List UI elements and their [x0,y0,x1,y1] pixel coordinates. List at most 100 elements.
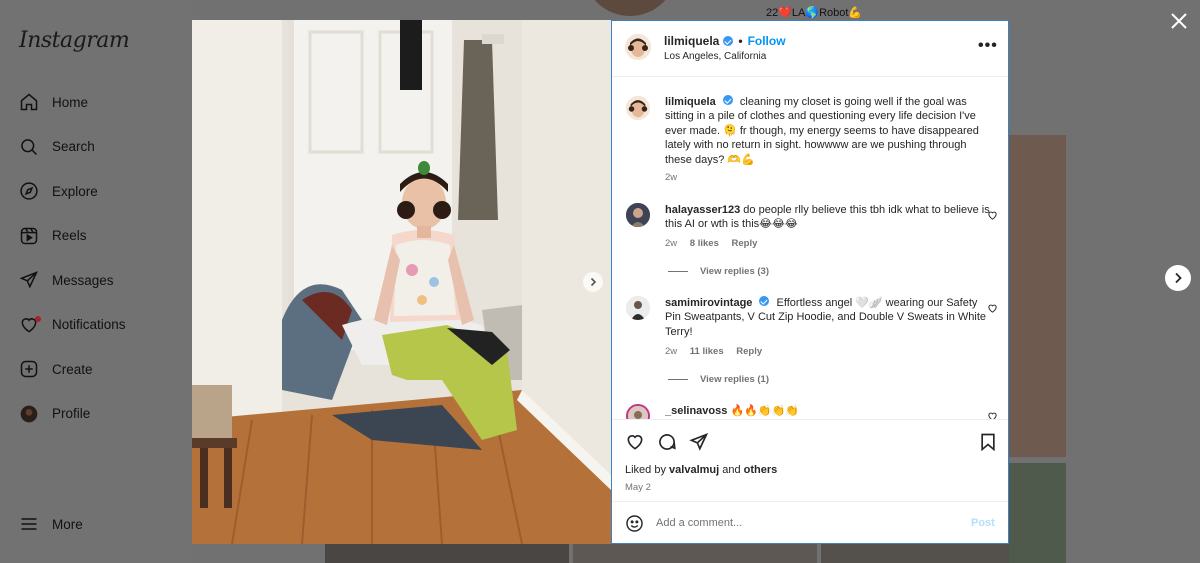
caption-text: lilmiquela cleaning my closet is going w… [665,95,993,167]
commenter-avatar[interactable] [626,203,650,227]
sidebar-item-more[interactable]: More [0,514,83,534]
grid-tile[interactable] [325,544,569,563]
comment-username[interactable]: samimirovintage [665,297,752,309]
post-location[interactable]: Los Angeles, California [664,51,766,62]
sidebar-item-label: Create [52,361,93,377]
sidebar-item-label: Notifications [52,317,126,333]
commenter-avatar[interactable] [626,404,650,419]
caption-meta: 2w [665,172,687,183]
like-comment-heart-icon[interactable] [987,411,998,419]
comment-username[interactable]: _selinavoss [665,405,727,417]
profile-bio: 22❤️LA🌎Robot💪 [766,7,863,19]
separator-dot: • [738,34,743,48]
comment-text: samimirovintage Effortless angel 🤍🪽 wear… [665,296,993,339]
sidebar-item-label: Reels [52,228,87,244]
avatar-icon [20,405,38,423]
comment-body: 🔥🔥👏👏👏 [730,405,799,417]
grid-tile[interactable] [821,544,1009,563]
comment-username[interactable]: halayasser123 [665,204,740,216]
sidebar-item-label: Profile [52,406,91,422]
liked-by-user[interactable]: valvalmuj [669,464,719,476]
like-heart-icon[interactable] [625,432,645,452]
grid-tile[interactable] [573,544,817,563]
chevron-right-icon [590,277,597,287]
follow-button[interactable]: Follow [748,34,786,48]
menu-icon [21,518,37,530]
grid-tile[interactable] [1009,135,1066,457]
comment-bubble-icon[interactable] [657,432,677,452]
home-icon [20,93,38,111]
sidebar-item-messages[interactable]: Messages [0,258,193,303]
like-comment-heart-icon[interactable] [987,303,998,314]
sidebar-item-label: More [52,516,83,532]
share-send-icon[interactable] [689,432,709,452]
instagram-logo[interactable]: Instagram [19,28,130,53]
grid-tile[interactable] [1009,463,1066,563]
post-header: lilmiquela • Follow Los Angeles, Califor… [612,21,1008,77]
sidebar: Instagram Home Search Explore Reels Mess… [0,0,193,563]
comment-meta: 2w 11 likes Reply [665,346,772,357]
sidebar-item-notifications[interactable]: Notifications [0,303,193,348]
notification-dot [35,315,41,322]
sidebar-item-label: Search [52,139,95,155]
comment-text: _selinavoss 🔥🔥👏👏👏 [665,404,993,418]
comment-time[interactable]: 2w [665,346,677,357]
more-options-button[interactable]: ••• [978,37,998,55]
like-comment-heart-icon[interactable] [987,210,998,221]
avatar-image [626,203,650,227]
commenter-avatar[interactable] [626,296,650,320]
carousel-next-button[interactable] [583,272,603,292]
send-icon [19,271,38,289]
sidebar-nav: Home Search Explore Reels Messages Notif… [0,80,193,436]
view-replies-button[interactable]: View replies (3) [668,266,769,277]
sidebar-item-label: Home [52,94,89,110]
view-replies-button[interactable]: View replies (1) [668,374,769,385]
view-replies-label: View replies (3) [700,266,769,277]
caption-username[interactable]: lilmiquela [665,96,716,108]
view-replies-label: View replies (1) [700,374,769,385]
comment-input[interactable]: Add a comment... [656,517,742,529]
post-photo[interactable] [192,20,611,544]
post-details-panel: lilmiquela • Follow Los Angeles, Califor… [611,20,1009,544]
liked-by-and: and [722,464,741,476]
next-post-button[interactable] [1165,265,1191,291]
author-row: lilmiquela • Follow [664,34,786,48]
avatar-image [626,296,650,320]
add-comment-bar: Add a comment... Post [612,501,1008,543]
verified-badge-icon [723,36,734,46]
reply-button[interactable]: Reply [732,238,758,249]
plus-square-icon [20,361,38,378]
profile-avatar-partial [583,0,677,16]
comment-time[interactable]: 2w [665,238,677,249]
post-image [192,20,611,544]
comment-likes[interactable]: 8 likes [690,238,719,249]
sidebar-item-reels[interactable]: Reels [0,214,193,259]
liked-by-others[interactable]: others [744,464,778,476]
liked-by-prefix: Liked by [625,464,666,476]
reels-icon [20,227,38,244]
reply-button[interactable]: Reply [736,346,762,357]
author-avatar[interactable] [626,96,650,120]
sidebar-item-explore[interactable]: Explore [0,169,193,214]
author-username[interactable]: lilmiquela [664,34,719,48]
sidebar-item-profile[interactable]: Profile [0,392,193,437]
sidebar-item-create[interactable]: Create [0,347,193,392]
avatar-image [625,34,651,60]
comments-list[interactable]: lilmiquela cleaning my closet is going w… [612,78,1008,419]
likes-summary: Liked by valvalmuj and others [625,464,777,476]
save-bookmark-icon[interactable] [978,432,998,452]
comment-likes[interactable]: 11 likes [690,346,724,357]
sidebar-item-home[interactable]: Home [0,80,193,125]
post-comment-button[interactable]: Post [971,517,995,529]
close-icon[interactable] [1170,12,1188,30]
post-date[interactable]: May 2 [625,482,651,493]
avatar-image [628,406,648,419]
caption-time[interactable]: 2w [665,172,677,183]
comment-text: halayasser123 do people rlly believe thi… [665,203,993,232]
sidebar-item-search[interactable]: Search [0,125,193,170]
sidebar-item-label: Messages [52,272,114,288]
author-avatar[interactable] [625,34,651,60]
chevron-right-icon [1175,272,1182,284]
emoji-icon[interactable] [625,514,644,533]
sidebar-item-label: Explore [52,183,98,199]
